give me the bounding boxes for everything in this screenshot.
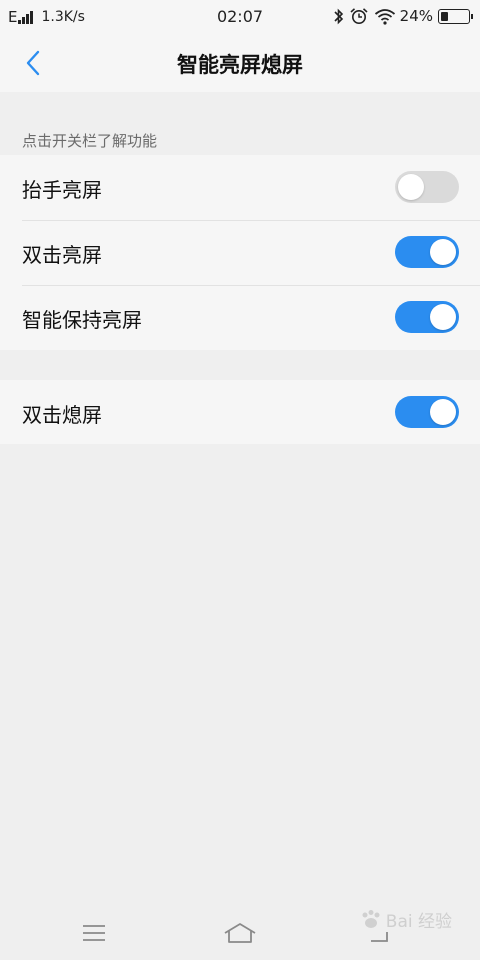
bluetooth-icon: [334, 8, 343, 24]
settings-group-screen-on: 抬手亮屏 双击亮屏 智能保持亮屏: [0, 155, 480, 350]
toggle-switch[interactable]: [395, 396, 459, 428]
home-icon: [224, 923, 256, 943]
battery-fill: [441, 11, 449, 21]
status-bar: E 1.3K/s 02:07 24%: [0, 0, 480, 34]
title-bar: 智能亮屏熄屏: [0, 34, 480, 92]
setting-row-double-tap-wake[interactable]: 双击亮屏: [0, 220, 480, 285]
toggle-knob: [398, 174, 424, 200]
setting-label: 智能保持亮屏: [22, 308, 142, 332]
menu-icon: [83, 925, 105, 941]
watermark: Bai 经验: [358, 907, 452, 932]
home-button[interactable]: [220, 918, 260, 948]
toggle-knob: [430, 304, 456, 330]
section-hint: 点击开关栏了解功能: [22, 132, 158, 150]
status-right: 24%: [333, 7, 473, 25]
paw-logo-icon: [362, 909, 380, 928]
setting-row-smart-stay-on[interactable]: 智能保持亮屏: [0, 285, 480, 350]
toggle-knob: [430, 399, 456, 425]
battery-percent: 24%: [399, 7, 433, 25]
toggle-switch[interactable]: [395, 301, 459, 333]
watermark-text: Bai 经验: [385, 912, 452, 932]
settings-group-screen-off: 双击熄屏: [0, 380, 480, 444]
menu-button[interactable]: [74, 918, 114, 948]
setting-label: 双击熄屏: [22, 403, 102, 427]
toggle-switch[interactable]: [395, 171, 459, 203]
wifi-icon: [374, 8, 395, 25]
alarm-icon: [350, 8, 368, 24]
setting-label: 抬手亮屏: [22, 178, 102, 202]
setting-row-double-tap-sleep[interactable]: 双击熄屏: [0, 380, 480, 444]
toggle-knob: [430, 239, 456, 265]
setting-row-raise-to-wake[interactable]: 抬手亮屏: [0, 155, 480, 220]
setting-label: 双击亮屏: [22, 243, 102, 267]
page-title: 智能亮屏熄屏: [177, 53, 303, 77]
battery-icon: [438, 8, 473, 24]
toggle-switch[interactable]: [395, 236, 459, 268]
